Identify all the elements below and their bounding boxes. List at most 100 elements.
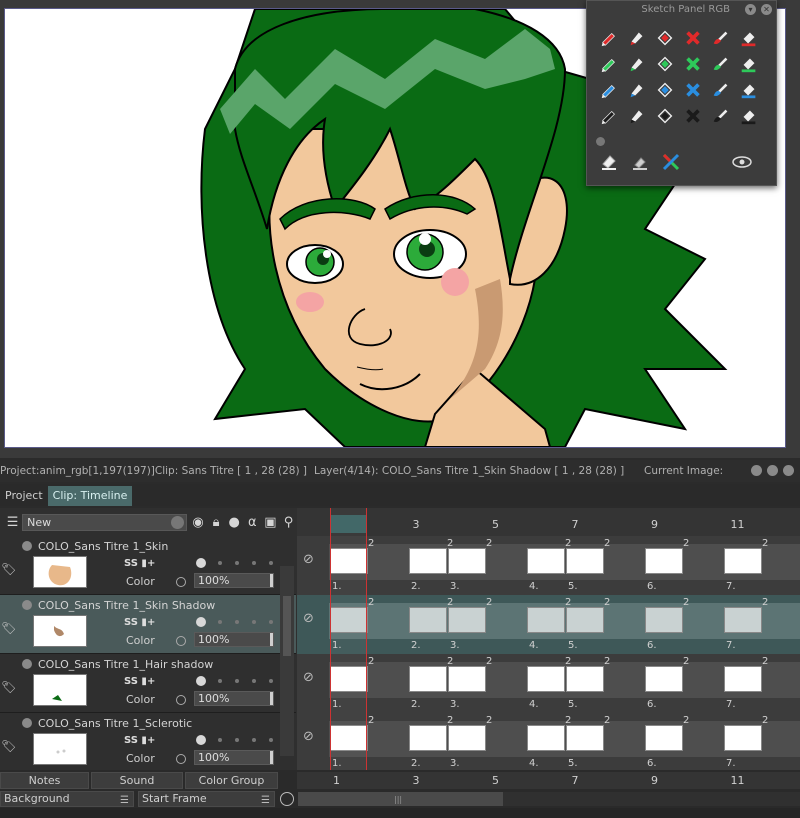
- layer-buttons[interactable]: SS ▮+: [124, 558, 155, 569]
- cel-thumbnail[interactable]: [645, 607, 683, 633]
- tag-icon[interactable]: 🏷︎: [1, 739, 16, 753]
- layer-row[interactable]: COLO_Sans Titre 1_Skin Shadow 🏷︎ SS ▮+ C…: [0, 595, 296, 654]
- cel-thumbnail[interactable]: [566, 607, 604, 633]
- layer-track[interactable]: ⊘ 1. 2 2. 2 3. 2 4. 2 5. 2 6. 2 7. 2: [297, 654, 800, 713]
- light-bulb-icon[interactable]: ●: [227, 514, 242, 530]
- green-eraser-icon[interactable]: [735, 51, 763, 77]
- black-delete-icon[interactable]: [679, 103, 707, 129]
- cel-thumbnail[interactable]: [566, 666, 604, 692]
- state-dot[interactable]: [252, 620, 256, 624]
- menu-dropdown-icon[interactable]: [751, 465, 762, 476]
- state-dot[interactable]: [269, 620, 273, 624]
- layer-track[interactable]: ⊘ 1. 2 2. 2 3. 2 4. 2 5. 2 6. 2 7. 2: [297, 713, 800, 770]
- red-eraser-icon[interactable]: [735, 25, 763, 51]
- state-dot[interactable]: [196, 558, 206, 568]
- red-pen-icon[interactable]: [623, 25, 651, 51]
- layer-scrollbar[interactable]: [280, 566, 294, 756]
- cel-thumbnail[interactable]: [527, 548, 565, 574]
- black-eraser-icon[interactable]: [735, 103, 763, 129]
- minus-icon[interactable]: [176, 636, 186, 646]
- cel-thumbnail[interactable]: [724, 548, 762, 574]
- red-delete-icon[interactable]: [679, 25, 707, 51]
- collapse-icon[interactable]: [22, 541, 32, 551]
- green-brush-icon[interactable]: [707, 51, 735, 77]
- red-brush-icon[interactable]: [707, 25, 735, 51]
- state-dot[interactable]: [269, 561, 273, 565]
- eraser-soft-icon[interactable]: [626, 149, 654, 175]
- opacity-slider-handle[interactable]: [270, 633, 273, 646]
- black-fill-icon[interactable]: [651, 103, 679, 129]
- opacity-field[interactable]: 100%: [194, 691, 274, 706]
- opacity-slider-handle[interactable]: [270, 574, 273, 587]
- minus-icon[interactable]: [176, 695, 186, 705]
- state-dot[interactable]: [218, 561, 222, 565]
- null-cel-icon[interactable]: ⊘: [303, 670, 317, 685]
- black-brush-icon[interactable]: [707, 103, 735, 129]
- cel-thumbnail[interactable]: [527, 607, 565, 633]
- black-pen-icon[interactable]: [623, 103, 651, 129]
- cel-thumbnail[interactable]: [724, 666, 762, 692]
- layer-state-dots[interactable]: [196, 735, 286, 745]
- black-pencil-icon[interactable]: [595, 103, 623, 129]
- start-frame-select[interactable]: Start Frame ☰: [138, 791, 275, 807]
- clock-icon[interactable]: [280, 792, 294, 806]
- maximize-icon[interactable]: [767, 465, 778, 476]
- state-dot[interactable]: [235, 561, 239, 565]
- green-pen-icon[interactable]: [623, 51, 651, 77]
- state-dot[interactable]: [196, 617, 206, 627]
- collapse-icon[interactable]: [22, 600, 32, 610]
- red-pencil-icon[interactable]: [595, 25, 623, 51]
- blue-fill-icon[interactable]: [651, 77, 679, 103]
- layer-buttons[interactable]: SS ▮+: [124, 617, 155, 628]
- notes-tab[interactable]: Notes: [0, 772, 89, 789]
- state-dot[interactable]: [218, 738, 222, 742]
- cel-thumbnail[interactable]: [448, 666, 486, 692]
- tag-icon[interactable]: 🏷︎: [1, 621, 16, 635]
- tab-clip-timeline[interactable]: Clip: Timeline: [47, 486, 133, 506]
- state-dot[interactable]: [235, 738, 239, 742]
- layer-track[interactable]: ⊘ 1. 2 2. 2 3. 2 4. 2 5. 2 6. 2 7. 2: [297, 536, 800, 595]
- opacity-field[interactable]: 100%: [194, 632, 274, 647]
- state-dot[interactable]: [218, 679, 222, 683]
- opacity-slider-handle[interactable]: [270, 751, 273, 764]
- frame-area[interactable]: 1357911 ⊘1.22.23.24.25.26.27.2⊘1.22.23.2…: [297, 508, 800, 770]
- opacity-field[interactable]: 100%: [194, 573, 274, 588]
- color-group-tab[interactable]: Color Group: [185, 772, 278, 789]
- minus-icon[interactable]: [176, 754, 186, 764]
- state-dot[interactable]: [252, 679, 256, 683]
- tag-icon[interactable]: 🏷︎: [1, 680, 16, 694]
- minus-icon[interactable]: [176, 577, 186, 587]
- background-select[interactable]: Background ☰: [0, 791, 134, 807]
- cel-thumbnail[interactable]: [724, 725, 762, 751]
- state-dot[interactable]: [269, 738, 273, 742]
- opacity-field[interactable]: 100%: [194, 750, 274, 765]
- alpha-icon[interactable]: α: [245, 514, 260, 530]
- cel-thumbnail[interactable]: [645, 725, 683, 751]
- layer-stack-icon[interactable]: ☰: [5, 514, 20, 530]
- sound-tab[interactable]: Sound: [91, 772, 183, 789]
- scrollbar-grip[interactable]: [283, 596, 291, 656]
- panel-menu-button[interactable]: ▾: [745, 3, 756, 15]
- layer-state-dots[interactable]: [196, 558, 286, 568]
- blue-pen-icon[interactable]: [623, 77, 651, 103]
- layer-row[interactable]: COLO_Sans Titre 1_Hair shadow 🏷︎ SS ▮+ C…: [0, 654, 296, 713]
- state-dot[interactable]: [252, 561, 256, 565]
- cel-thumbnail[interactable]: [409, 548, 447, 574]
- cel-thumbnail[interactable]: [448, 548, 486, 574]
- layer-buttons[interactable]: SS ▮+: [124, 676, 155, 687]
- blue-pencil-icon[interactable]: [595, 77, 623, 103]
- tab-project[interactable]: Project: [0, 486, 48, 506]
- cel-thumbnail[interactable]: [448, 725, 486, 751]
- cel-thumbnail[interactable]: [409, 725, 447, 751]
- eye-icon[interactable]: ◉: [190, 514, 205, 530]
- cel-thumbnail[interactable]: [409, 607, 447, 633]
- new-layer-dropdown[interactable]: New: [22, 513, 188, 531]
- state-dot[interactable]: [196, 735, 206, 745]
- cel-thumbnail[interactable]: [645, 548, 683, 574]
- state-dot[interactable]: [235, 620, 239, 624]
- visibility-eye-icon[interactable]: [728, 149, 756, 175]
- null-cel-icon[interactable]: ⊘: [303, 552, 317, 567]
- blue-delete-icon[interactable]: [679, 77, 707, 103]
- state-dot[interactable]: [269, 679, 273, 683]
- state-dot[interactable]: [218, 620, 222, 624]
